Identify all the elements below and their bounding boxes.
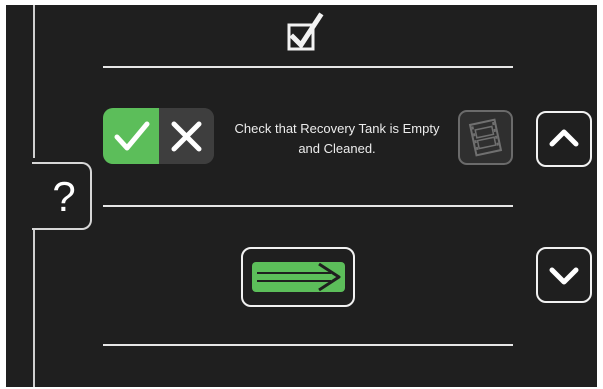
toggle-no-button[interactable]	[159, 108, 214, 164]
video-button[interactable]	[458, 110, 513, 165]
divider-bottom	[103, 344, 513, 346]
next-button[interactable]	[241, 247, 355, 307]
divider-top	[103, 66, 513, 68]
help-question-label: ?	[52, 173, 76, 220]
chevron-up-icon	[538, 113, 590, 165]
status-toggle	[103, 108, 214, 164]
instruction-text: Check that Recovery Tank is Empty and Cl…	[234, 121, 440, 156]
checklist-checkbox-icon	[284, 10, 324, 56]
toggle-yes-button[interactable]	[103, 108, 159, 164]
chevron-down-icon	[538, 249, 590, 301]
sidebar-line-top	[33, 5, 35, 158]
checkmark-icon	[103, 108, 159, 164]
screen: ? Check that Recovery Tank is Empty and …	[0, 0, 603, 389]
scroll-down-button[interactable]	[536, 247, 592, 303]
divider-middle	[103, 205, 513, 207]
film-icon	[460, 112, 511, 163]
right-arrow-icon	[243, 249, 353, 305]
checklist-panel	[6, 5, 597, 387]
x-icon	[159, 108, 214, 164]
sidebar-line-bottom	[33, 230, 35, 387]
scroll-up-button[interactable]	[536, 111, 592, 167]
